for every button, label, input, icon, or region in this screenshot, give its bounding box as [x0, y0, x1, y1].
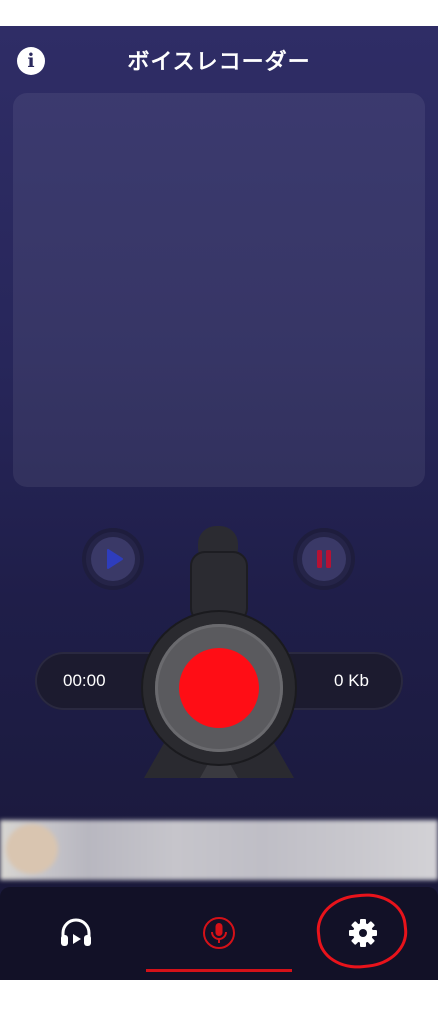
active-tab-indicator	[146, 969, 292, 972]
ad-banner[interactable]	[0, 820, 438, 880]
pause-button[interactable]	[293, 528, 355, 590]
file-size: 0 Kb	[334, 671, 369, 690]
microphone-icon	[203, 917, 235, 949]
play-button[interactable]	[82, 528, 144, 590]
record-button-housing	[143, 612, 295, 764]
header: i ボイスレコーダー	[0, 26, 438, 90]
headphones-play-icon	[61, 918, 91, 946]
visualizer-panel	[13, 93, 425, 487]
nav-recordings[interactable]	[56, 913, 96, 953]
record-button[interactable]	[179, 648, 259, 728]
recorder-screen: i ボイスレコーダー 00:00 0 Kb	[0, 26, 438, 980]
elapsed-time: 00:00	[63, 671, 106, 690]
record-button-ring	[155, 624, 283, 752]
ad-image	[6, 824, 58, 874]
nav-recorder[interactable]	[199, 913, 239, 953]
play-icon	[107, 549, 123, 569]
pause-icon	[317, 550, 331, 568]
page-title: ボイスレコーダー	[127, 49, 311, 74]
